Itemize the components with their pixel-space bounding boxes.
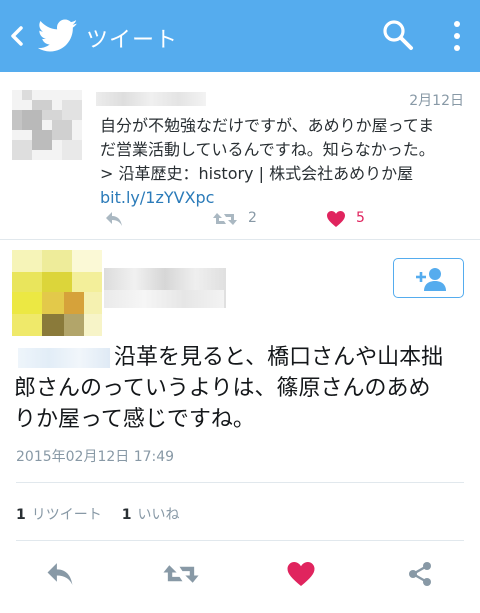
- likes-link[interactable]: いいね: [138, 507, 180, 523]
- retweet-count: 1: [16, 507, 26, 523]
- top-app-bar: ツイート: [0, 0, 480, 72]
- like-count: 5: [356, 210, 365, 226]
- tweet-text: 自分が不勉強なだけですが、あめりか屋ってま だ営業活動しているんですね。知らなか…: [100, 114, 470, 210]
- tweet-text-line: 沿革を見ると、橋口さんや山本拙: [114, 345, 444, 370]
- tweet-text-line: > 沿革歴史：history | 株式会社あめりか屋: [100, 164, 414, 183]
- avatar[interactable]: [12, 250, 102, 336]
- tweet-timestamp: 2015年02月12日 17:49: [16, 449, 175, 465]
- tweet-text-line: だ営業活動しているんですね。知らなかった。: [100, 140, 435, 159]
- tweet-actions: 2 5: [0, 208, 480, 232]
- add-user-icon: [416, 268, 446, 291]
- retweet-icon[interactable]: [162, 560, 200, 588]
- more-vertical-icon[interactable]: [446, 16, 468, 56]
- tweet-date: 2月12日: [409, 93, 464, 109]
- page-title: ツイート: [86, 28, 179, 53]
- retweet-count: 2: [248, 210, 257, 226]
- share-icon[interactable]: [406, 560, 434, 588]
- reply-icon[interactable]: [104, 210, 124, 228]
- tweet-action-bar: [0, 556, 480, 592]
- divider: [16, 540, 464, 541]
- follow-button[interactable]: [393, 258, 464, 298]
- twitter-bird-icon: [38, 19, 78, 52]
- author-handle-redacted: [104, 290, 224, 308]
- heart-icon[interactable]: [326, 210, 346, 228]
- tweet-text: 沿革を見ると、橋口さんや山本拙 郎さんのっていうよりは、篠原さんのあめ りか屋っ…: [14, 342, 470, 435]
- retweet-icon[interactable]: [212, 210, 238, 228]
- like-count: 1: [121, 507, 132, 523]
- divider: [16, 482, 464, 483]
- heart-icon[interactable]: [286, 560, 316, 588]
- chevron-left-icon[interactable]: [8, 24, 26, 48]
- search-icon[interactable]: [381, 18, 415, 52]
- retweets-link[interactable]: リツイート: [32, 507, 102, 523]
- avatar[interactable]: [12, 90, 82, 160]
- tweet-stats: 1 リツイート 1 いいね: [16, 504, 180, 524]
- reply-icon[interactable]: [44, 560, 76, 588]
- tweet-text-line: りか屋って感じですね。: [14, 407, 255, 432]
- tweet-link[interactable]: bit.ly/1zYVXpc: [100, 186, 470, 210]
- tweet-text-line: 自分が不勉強なだけですが、あめりか屋ってま: [100, 116, 435, 135]
- quoted-tweet[interactable]: 2月12日 自分が不勉強なだけですが、あめりか屋ってま だ営業活動しているんです…: [0, 72, 480, 240]
- tweet-text-line: 郎さんのっていうよりは、篠原さんのあめ: [14, 376, 431, 401]
- author-name-redacted: [96, 92, 206, 106]
